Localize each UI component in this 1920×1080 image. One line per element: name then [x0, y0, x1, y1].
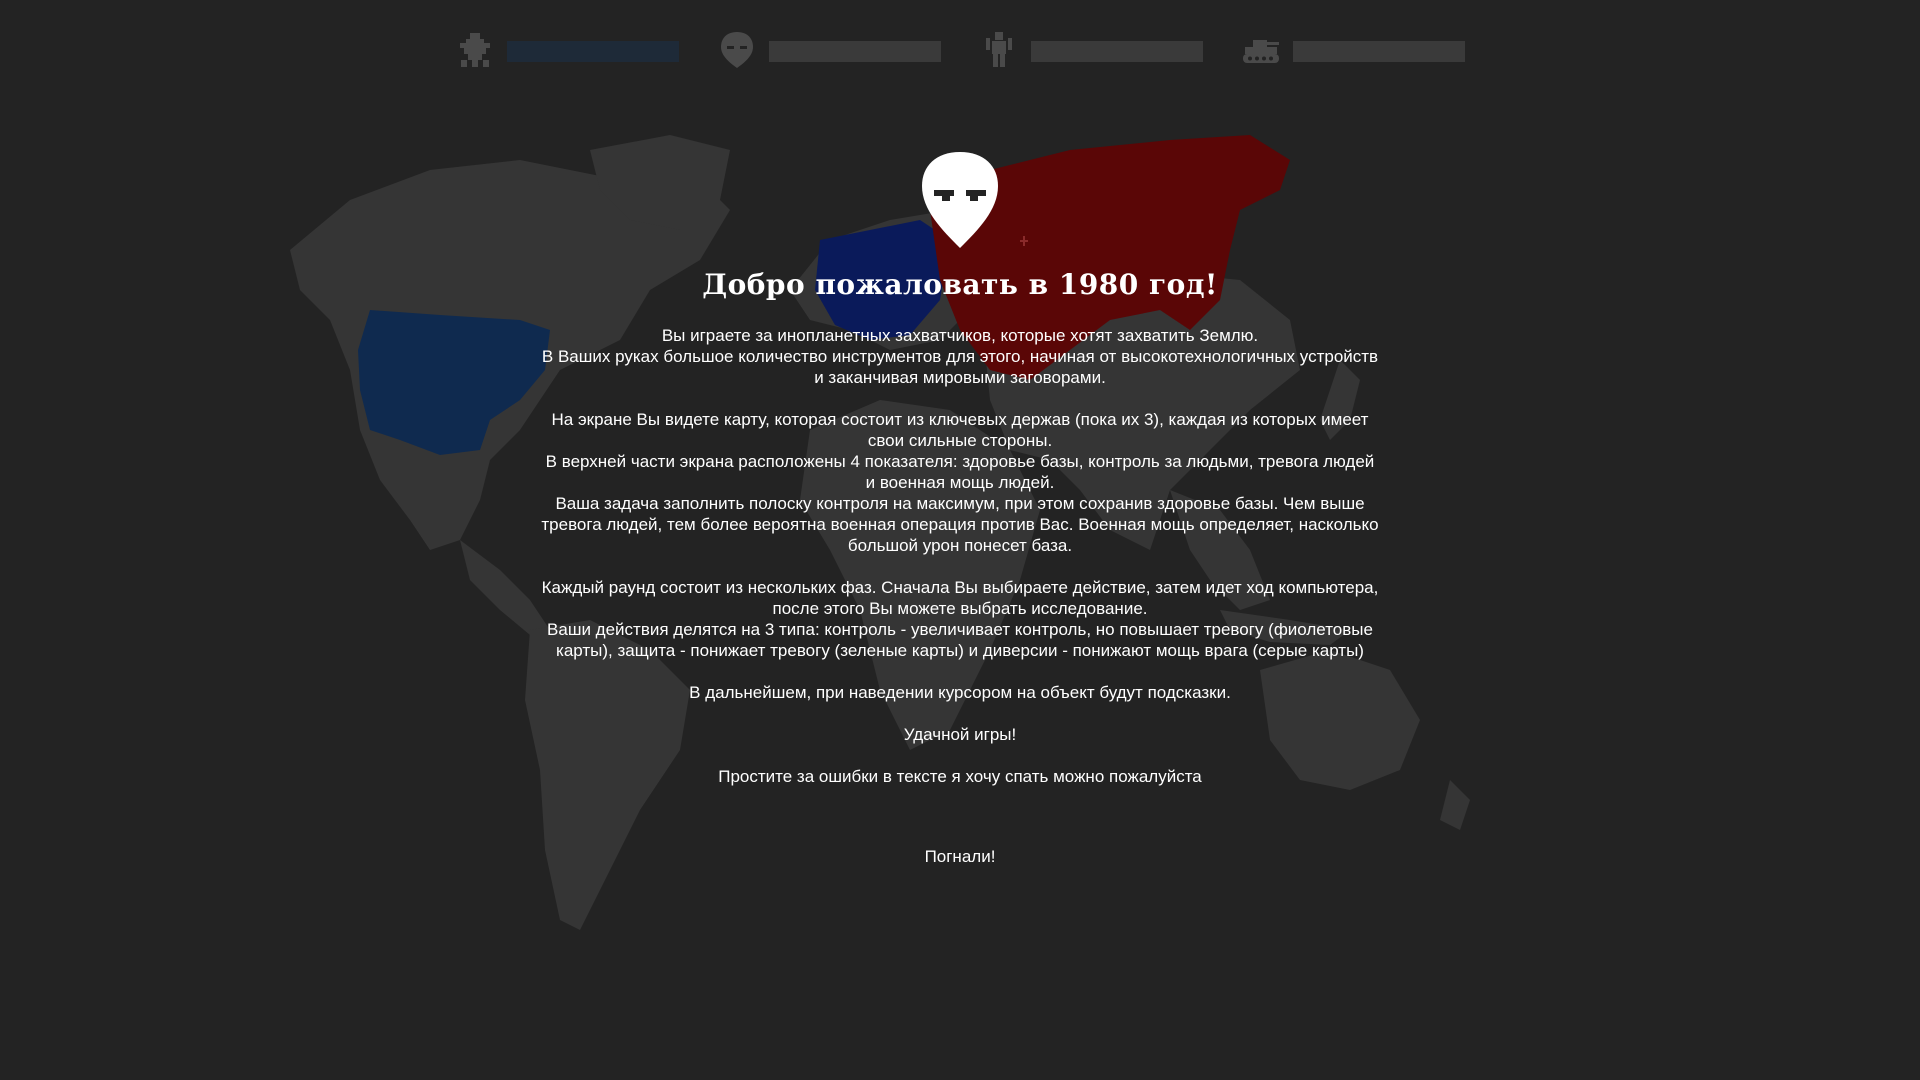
intro-line: Ваши действия делятся на 3 типа: контрол…	[547, 620, 1373, 660]
intro-paragraph: На экране Вы видете карту, которая состо…	[540, 409, 1380, 556]
alarm-bar	[1031, 41, 1203, 62]
base-health-bar	[507, 41, 679, 62]
intro-line: Удачной игры!	[903, 725, 1017, 744]
alien-head-icon	[922, 152, 998, 248]
intro-line: В дальнейшем, при наведении курсором на …	[689, 683, 1231, 702]
intro-line: В Ваших руках большое количество инструм…	[541, 347, 1379, 387]
intro-line: Простите за ошибки в тексте я хочу спать…	[718, 767, 1202, 786]
new-zealand	[1440, 780, 1470, 830]
base-health-fill	[507, 41, 679, 62]
intro-line: Каждый раунд состоит из нескольких фаз. …	[541, 578, 1379, 618]
intro-paragraph: Вы играете за инопланетных захватчиков, …	[540, 325, 1380, 388]
tank-icon	[1241, 30, 1281, 70]
intro-line: В верхней части экрана расположены 4 пок…	[545, 452, 1375, 492]
military-bar	[1293, 41, 1465, 62]
intro-paragraph: В дальнейшем, при наведении курсором на …	[540, 682, 1380, 703]
intro-line: На экране Вы видете карту, которая состо…	[551, 410, 1369, 450]
intro-paragraph: Каждый раунд состоит из нескольких фаз. …	[540, 577, 1380, 661]
intro-body: Вы играете за инопланетных захватчиков, …	[540, 325, 1380, 787]
intro-paragraph: Удачной игры!	[540, 724, 1380, 745]
start-button[interactable]: Погнали!	[919, 844, 1002, 869]
intro-line: Ваша задача заполнить полоску контроля н…	[541, 494, 1379, 555]
intro-panel: Добро пожаловать в 1980 год! Вы играете …	[540, 150, 1380, 869]
intro-title: Добро пожаловать в 1980 год!	[702, 268, 1218, 301]
human-icon	[979, 30, 1019, 70]
base-icon	[455, 30, 495, 70]
usa-territory	[358, 310, 550, 455]
central-america	[460, 540, 550, 635]
alien-icon	[717, 30, 757, 70]
control-bar	[769, 41, 941, 62]
intro-line: Вы играете за инопланетных захватчиков, …	[661, 326, 1259, 345]
intro-paragraph: Простите за ошибки в тексте я хочу спать…	[540, 766, 1380, 787]
indicators-bar	[455, 28, 1465, 72]
